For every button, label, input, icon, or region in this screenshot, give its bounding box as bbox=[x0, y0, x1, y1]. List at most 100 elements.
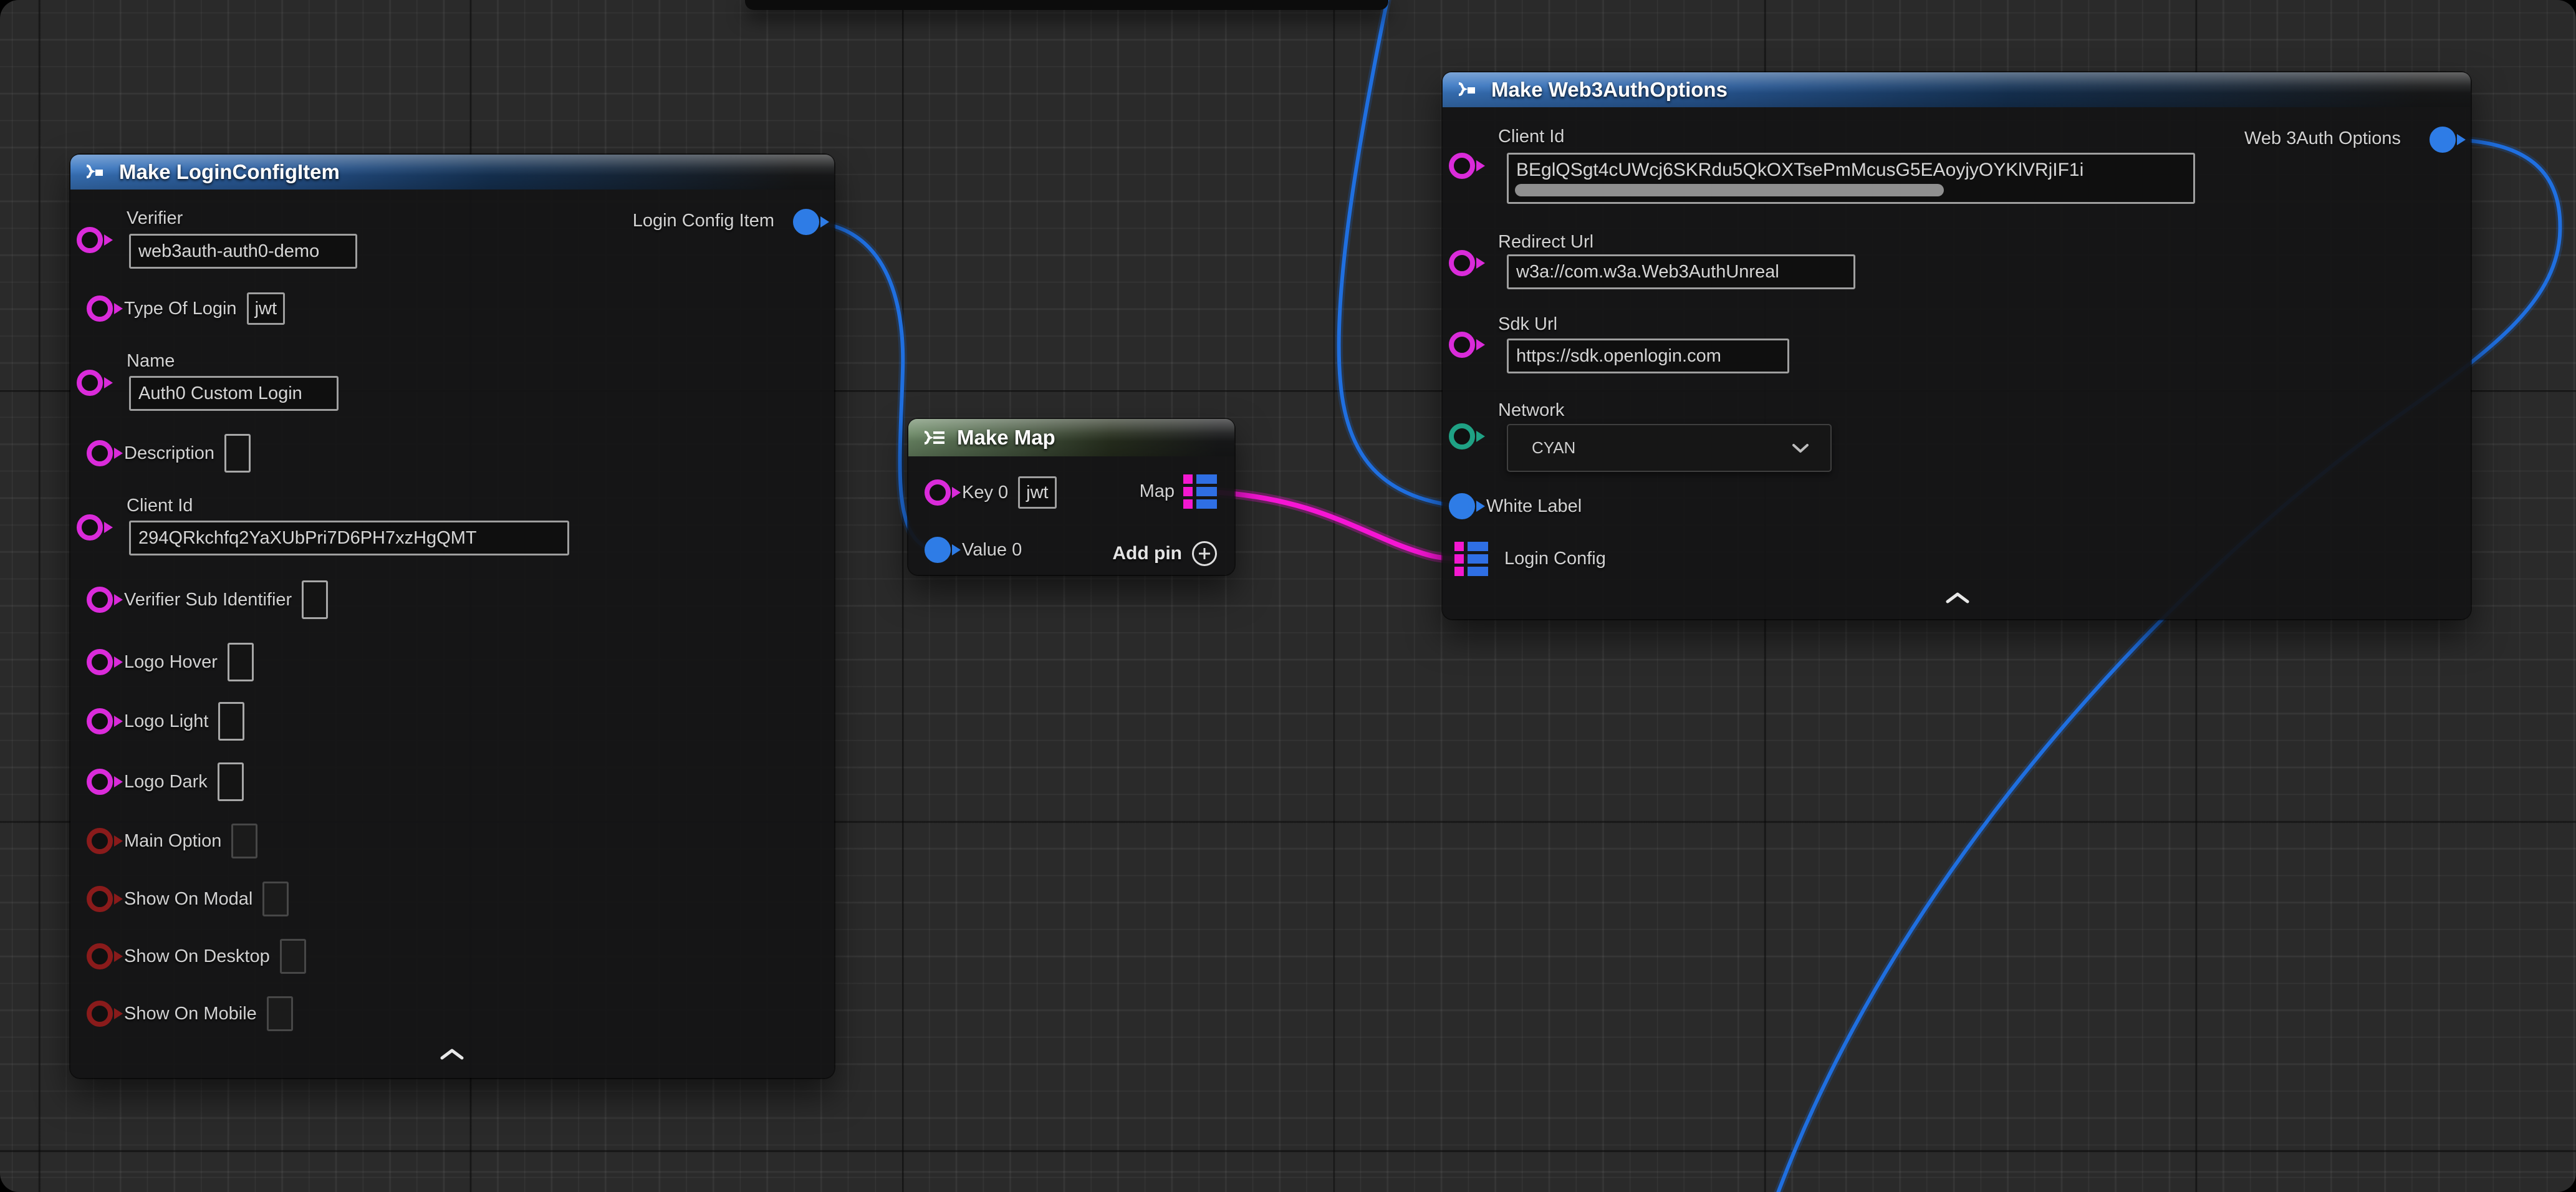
logo-light-row: Logo Light bbox=[87, 704, 244, 739]
verifier-input[interactable]: web3auth-auth0-demo bbox=[129, 234, 357, 269]
network-dropdown[interactable]: CYAN bbox=[1507, 424, 1832, 472]
network-selected-value: CYAN bbox=[1532, 438, 1575, 458]
show-on-mobile-checkbox[interactable] bbox=[267, 996, 293, 1031]
node-title: Make LoginConfigItem bbox=[119, 160, 340, 184]
value-0-row: Value 0 bbox=[925, 532, 1022, 567]
show-on-mobile-pin[interactable] bbox=[87, 1001, 113, 1027]
login-config-label: Login Config bbox=[1504, 549, 1606, 569]
key-0-row: Key 0 jwt bbox=[925, 475, 1057, 510]
name-label: Name bbox=[127, 351, 175, 372]
offscreen-node-bottom-edge bbox=[745, 0, 1388, 10]
node-make-map[interactable]: Make Map Key 0 jwt Map Value 0 Add pin bbox=[908, 419, 1234, 575]
verifier-sub-identifier-input[interactable] bbox=[302, 580, 328, 619]
description-pin[interactable] bbox=[87, 440, 113, 466]
logo-dark-row: Logo Dark bbox=[87, 764, 244, 799]
map-output-label: Map bbox=[1140, 481, 1175, 502]
login-config-pin[interactable] bbox=[1454, 542, 1488, 576]
main-option-row: Main Option bbox=[87, 824, 257, 858]
wire-top-to-whitelabel-glow bbox=[1339, 0, 1459, 506]
logo-dark-input[interactable] bbox=[218, 762, 244, 801]
client-id-scrollbar[interactable] bbox=[1515, 184, 1944, 196]
show-on-modal-checkbox[interactable] bbox=[262, 882, 289, 916]
node-make-web3authoptions[interactable]: Make Web3AuthOptions Client Id BEglQSgt4… bbox=[1443, 72, 2471, 619]
main-option-checkbox[interactable] bbox=[231, 824, 257, 858]
key-0-pin[interactable] bbox=[925, 479, 951, 506]
type-of-login-input[interactable]: jwt bbox=[247, 292, 285, 325]
redirect-url-pin[interactable] bbox=[1449, 250, 1475, 276]
client-id-label: Client Id bbox=[127, 496, 193, 516]
show-on-modal-label: Show On Modal bbox=[124, 889, 252, 910]
main-option-pin[interactable] bbox=[87, 828, 113, 854]
verifier-pin[interactable] bbox=[77, 227, 103, 253]
logo-dark-pin[interactable] bbox=[87, 769, 113, 795]
add-pin-button[interactable]: Add pin bbox=[1112, 541, 1217, 566]
network-label: Network bbox=[1498, 400, 1564, 421]
web3auth-options-output-pin[interactable] bbox=[2429, 127, 2456, 153]
client-id-pin[interactable] bbox=[1449, 153, 1475, 179]
client-id-input[interactable]: BEglQSgt4cUWcj6SKRdu5QkOXTsePmMcusG5EAoy… bbox=[1507, 153, 2195, 204]
login-config-item-output-label: Login Config Item bbox=[633, 211, 774, 231]
description-row: Description bbox=[87, 436, 251, 471]
node-make-loginconfigitem[interactable]: Make LoginConfigItem Verifier web3auth-a… bbox=[70, 155, 834, 1078]
white-label-row: White Label bbox=[1449, 489, 1582, 524]
show-on-modal-pin[interactable] bbox=[87, 886, 113, 912]
show-on-desktop-pin[interactable] bbox=[87, 943, 113, 969]
name-pin[interactable] bbox=[77, 370, 103, 396]
wire-top-to-whitelabel[interactable] bbox=[1339, 0, 1459, 506]
logo-hover-label: Logo Hover bbox=[124, 652, 218, 673]
show-on-desktop-checkbox[interactable] bbox=[280, 939, 306, 974]
description-input[interactable] bbox=[224, 434, 251, 473]
type-of-login-row: Type Of Login jwt bbox=[87, 291, 285, 326]
redirect-url-label: Redirect Url bbox=[1498, 232, 1593, 252]
show-on-mobile-row: Show On Mobile bbox=[87, 996, 293, 1031]
node-header[interactable]: Make LoginConfigItem bbox=[70, 155, 834, 190]
make-struct-icon bbox=[1454, 79, 1481, 101]
type-of-login-label: Type Of Login bbox=[124, 299, 237, 319]
description-label: Description bbox=[124, 443, 214, 464]
web3auth-options-output-label: Web 3Auth Options bbox=[2244, 128, 2401, 149]
network-pin[interactable] bbox=[1449, 423, 1475, 449]
logo-light-label: Logo Light bbox=[124, 711, 208, 732]
logo-hover-pin[interactable] bbox=[87, 649, 113, 675]
chevron-down-icon bbox=[1792, 443, 1809, 454]
collapse-chevron-icon[interactable] bbox=[1945, 591, 1970, 605]
node-title: Make Map bbox=[957, 426, 1055, 449]
client-id-input[interactable]: 294QRkchfq2YaXUbPri7D6PH7xzHgQMT bbox=[129, 521, 569, 555]
node-title: Make Web3AuthOptions bbox=[1491, 78, 1728, 102]
client-id-pin[interactable] bbox=[77, 514, 103, 541]
screenshot-frame: Make LoginConfigItem Verifier web3auth-a… bbox=[0, 0, 2576, 1192]
type-of-login-pin[interactable] bbox=[87, 296, 113, 322]
logo-hover-input[interactable] bbox=[228, 643, 254, 681]
show-on-mobile-label: Show On Mobile bbox=[124, 1004, 257, 1024]
collapse-chevron-icon[interactable] bbox=[440, 1047, 464, 1061]
logo-dark-label: Logo Dark bbox=[124, 772, 208, 792]
client-id-label: Client Id bbox=[1498, 127, 1564, 147]
value-0-pin[interactable] bbox=[925, 537, 951, 563]
value-0-label: Value 0 bbox=[962, 540, 1022, 560]
login-config-row: Login Config bbox=[1454, 541, 1606, 576]
blueprint-canvas[interactable]: Make LoginConfigItem Verifier web3auth-a… bbox=[0, 0, 2576, 1192]
verifier-sub-identifier-pin[interactable] bbox=[87, 587, 113, 613]
sdk-url-pin[interactable] bbox=[1449, 332, 1475, 358]
make-map-icon bbox=[920, 426, 947, 449]
map-output-pin[interactable] bbox=[1183, 474, 1217, 509]
client-id-value: BEglQSgt4cUWcj6SKRdu5QkOXTsePmMcusG5EAoy… bbox=[1516, 160, 2083, 180]
node-header[interactable]: Make Map bbox=[908, 419, 1234, 456]
key-0-label: Key 0 bbox=[962, 483, 1008, 503]
logo-light-input[interactable] bbox=[218, 702, 244, 741]
sdk-url-label: Sdk Url bbox=[1498, 314, 1557, 335]
login-config-item-output-pin[interactable] bbox=[793, 209, 819, 235]
sdk-url-input[interactable]: https://sdk.openlogin.com bbox=[1507, 339, 1789, 373]
main-option-label: Main Option bbox=[124, 831, 221, 852]
redirect-url-input[interactable]: w3a://com.w3a.Web3AuthUnreal bbox=[1507, 254, 1855, 289]
verifier-label: Verifier bbox=[127, 208, 183, 229]
name-input[interactable]: Auth0 Custom Login bbox=[129, 376, 339, 411]
add-pin-plus-icon bbox=[1192, 541, 1217, 566]
show-on-modal-row: Show On Modal bbox=[87, 882, 289, 916]
key-0-input[interactable]: jwt bbox=[1018, 476, 1056, 509]
node-header[interactable]: Make Web3AuthOptions bbox=[1443, 72, 2471, 107]
verifier-sub-identifier-row: Verifier Sub Identifier bbox=[87, 582, 328, 617]
white-label-pin[interactable] bbox=[1449, 493, 1475, 519]
logo-light-pin[interactable] bbox=[87, 708, 113, 734]
make-struct-icon bbox=[82, 161, 109, 183]
